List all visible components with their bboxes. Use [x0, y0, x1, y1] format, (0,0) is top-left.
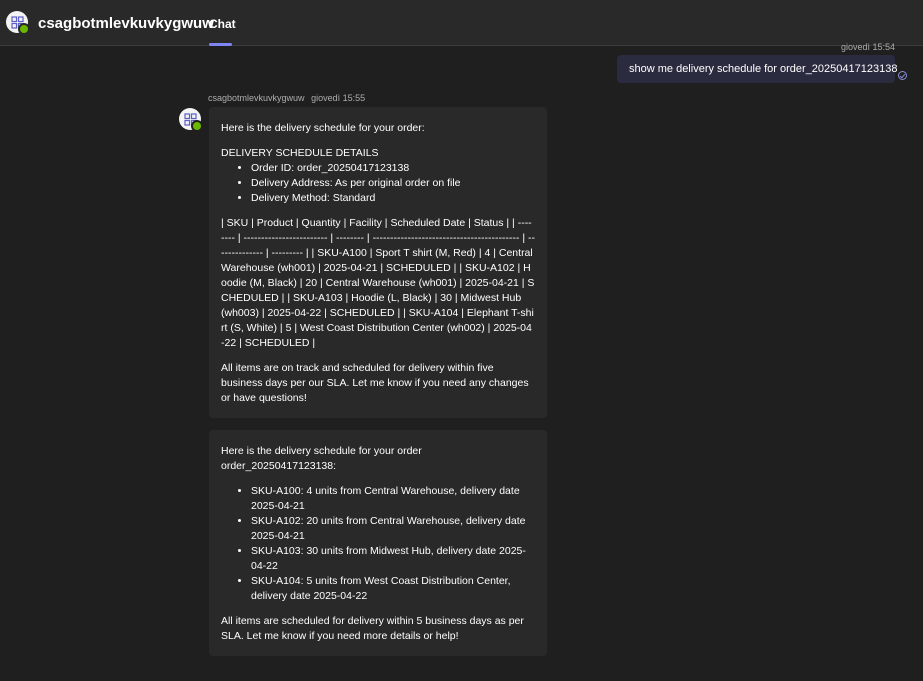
section-title: DELIVERY SCHEDULE DETAILS — [221, 147, 379, 159]
list-item: SKU-A102: 20 units from Central Warehous… — [251, 514, 535, 544]
tab-active-indicator — [209, 43, 232, 46]
list-item: SKU-A100: 4 units from Central Warehouse… — [251, 484, 535, 514]
message-closing: All items are on track and scheduled for… — [221, 362, 529, 404]
bot-message-timestamp: giovedì 15:55 — [311, 93, 366, 103]
bot-message[interactable]: Here is the delivery schedule for your o… — [209, 107, 547, 418]
chat-header: csagbotmlevkuvkygwuw Chat — [0, 0, 923, 46]
schedule-table-text: | SKU | Product | Quantity | Facility | … — [221, 217, 535, 349]
bot-message[interactable]: Here is the delivery schedule for your o… — [209, 430, 547, 656]
detail-list: Order ID: order_20250417123138 Delivery … — [221, 161, 535, 206]
list-item: SKU-A104: 5 units from West Coast Distri… — [251, 574, 535, 604]
bot-avatar[interactable] — [179, 108, 203, 132]
chat-title: csagbotmlevkuvkygwuw — [38, 15, 214, 32]
list-item: SKU-A103: 30 units from Midwest Hub, del… — [251, 544, 535, 574]
list-item: Order ID: order_20250417123138 — [251, 161, 535, 176]
list-item: Delivery Method: Standard — [251, 191, 535, 206]
sent-message-timestamp: giovedì 15:54 — [841, 42, 896, 52]
delivery-item-list: SKU-A100: 4 units from Central Warehouse… — [221, 484, 535, 604]
list-item: Delivery Address: As per original order … — [251, 176, 535, 191]
bot-message-meta: csagbotmlevkuvkygwuw giovedì 15:55 — [208, 93, 365, 103]
presence-available-icon — [18, 23, 30, 35]
message-intro: Here is the delivery schedule for your o… — [221, 445, 422, 472]
read-receipt-icon — [898, 71, 907, 80]
message-closing: All items are scheduled for delivery wit… — [221, 615, 524, 642]
bot-sender-name: csagbotmlevkuvkygwuw — [208, 93, 305, 103]
presence-available-icon — [191, 120, 203, 132]
sent-message[interactable]: show me delivery schedule for order_2025… — [617, 55, 897, 83]
bot-app-avatar[interactable] — [6, 11, 30, 35]
tab-chat-label: Chat — [209, 17, 236, 31]
tab-chat[interactable]: Chat — [209, 0, 236, 46]
message-intro: Here is the delivery schedule for your o… — [221, 122, 425, 134]
